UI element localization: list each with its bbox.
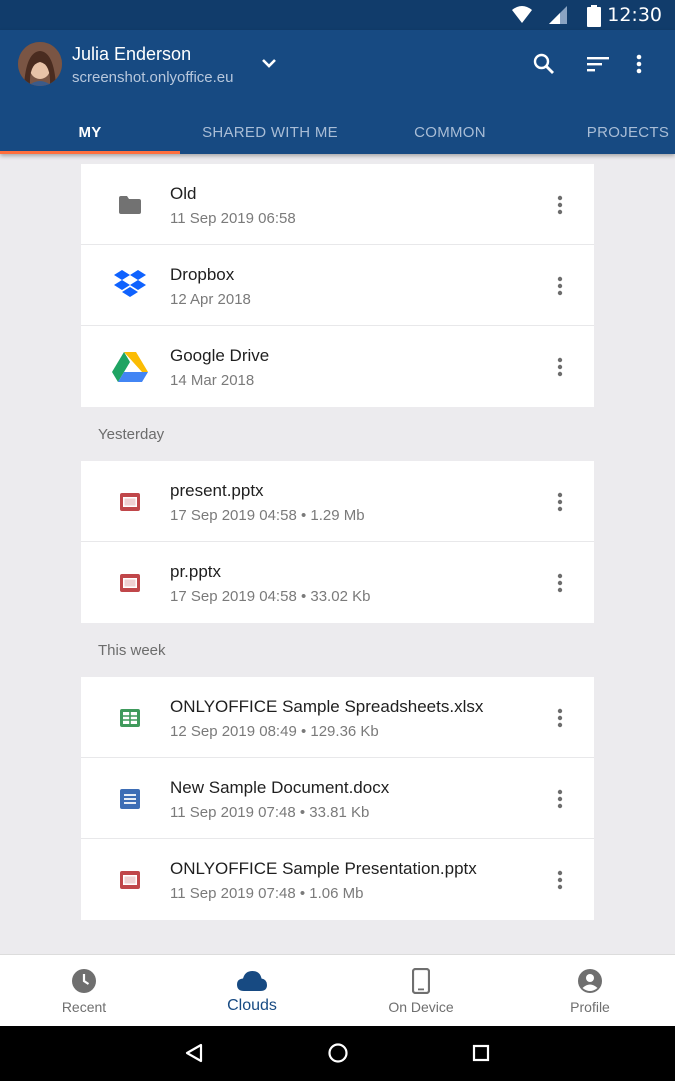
signal-icon: [548, 5, 568, 30]
list-item[interactable]: pr.pptx 17 Sep 2019 04:58 • 33.02 Kb: [81, 542, 594, 623]
section-label-this-week: This week: [98, 642, 166, 659]
account-portal[interactable]: screenshot.onlyoffice.eu: [72, 69, 234, 86]
presentation-file-icon: [111, 564, 149, 602]
more-vert-icon[interactable]: [626, 50, 652, 78]
more-vert-icon[interactable]: [543, 782, 577, 816]
google-drive-icon: [111, 348, 149, 386]
home-icon[interactable]: [326, 1041, 350, 1065]
item-subtitle: 17 Sep 2019 04:58 • 33.02 Kb: [170, 588, 371, 605]
document-file-icon: [111, 780, 149, 818]
nav-item-on-device[interactable]: On Device: [337, 955, 505, 1027]
back-icon[interactable]: [182, 1041, 206, 1065]
presentation-file-icon: [111, 483, 149, 521]
section-label-yesterday: Yesterday: [98, 426, 165, 443]
phone-icon: [406, 967, 436, 995]
more-vert-icon[interactable]: [543, 863, 577, 897]
nav-item-clouds[interactable]: Clouds: [168, 955, 336, 1027]
more-vert-icon[interactable]: [543, 701, 577, 735]
clock-icon: [69, 967, 99, 995]
sort-icon[interactable]: [584, 50, 612, 78]
item-subtitle: 11 Sep 2019 07:48 • 1.06 Mb: [170, 885, 364, 902]
this-week-card: ONLYOFFICE Sample Spreadsheets.xlsx 12 S…: [81, 677, 594, 920]
nav-label: Recent: [61, 999, 107, 1015]
more-vert-icon[interactable]: [543, 269, 577, 303]
presentation-file-icon: [111, 861, 149, 899]
item-title: Old: [170, 184, 197, 203]
recents-icon[interactable]: [469, 1041, 493, 1065]
account-circle-icon: [575, 967, 605, 995]
list-item[interactable]: ONLYOFFICE Sample Presentation.pptx 11 S…: [81, 839, 594, 920]
tab-my[interactable]: MY: [0, 110, 180, 154]
more-vert-icon[interactable]: [543, 350, 577, 384]
tab-common[interactable]: COMMON: [360, 110, 540, 154]
nav-item-recent[interactable]: Recent: [0, 955, 168, 1027]
item-title: New Sample Document.docx: [170, 778, 390, 797]
item-subtitle: 11 Sep 2019 06:58: [170, 210, 296, 227]
item-title: Dropbox: [170, 265, 235, 284]
chevron-down-icon[interactable]: [256, 50, 282, 76]
item-title: ONLYOFFICE Sample Spreadsheets.xlsx: [170, 697, 484, 716]
item-subtitle: 12 Apr 2018: [170, 291, 251, 308]
folder-card: Old 11 Sep 2019 06:58 Dropbox 12 Apr 201…: [81, 164, 594, 407]
item-title: present.pptx: [170, 481, 264, 500]
list-item[interactable]: New Sample Document.docx 11 Sep 2019 07:…: [81, 758, 594, 839]
item-subtitle: 14 Mar 2018: [170, 372, 255, 389]
list-item[interactable]: present.pptx 17 Sep 2019 04:58 • 1.29 Mb: [81, 461, 594, 542]
account-name[interactable]: Julia Enderson: [72, 44, 191, 65]
system-navigation-bar: [0, 1026, 675, 1081]
yesterday-card: present.pptx 17 Sep 2019 04:58 • 1.29 Mb…: [81, 461, 594, 623]
item-subtitle: 17 Sep 2019 04:58 • 1.29 Mb: [170, 507, 365, 524]
item-title: ONLYOFFICE Sample Presentation.pptx: [170, 859, 477, 878]
file-list[interactable]: Old 11 Sep 2019 06:58 Dropbox 12 Apr 201…: [0, 154, 675, 954]
folder-icon: [111, 186, 149, 224]
battery-icon: [587, 5, 601, 32]
item-title: Google Drive: [170, 346, 270, 365]
tab-bar: MY SHARED WITH ME COMMON PROJECTS: [0, 110, 675, 154]
item-subtitle: 11 Sep 2019 07:48 • 33.81 Kb: [170, 804, 370, 821]
more-vert-icon[interactable]: [543, 566, 577, 600]
item-title: pr.pptx: [170, 562, 222, 581]
dropbox-icon: [111, 267, 149, 305]
nav-label: Profile: [570, 999, 610, 1015]
wifi-icon: [511, 5, 533, 30]
list-item[interactable]: Old 11 Sep 2019 06:58: [81, 164, 594, 245]
avatar[interactable]: [18, 42, 62, 86]
search-icon[interactable]: [530, 50, 558, 78]
nav-item-profile[interactable]: Profile: [506, 955, 674, 1027]
nav-label: Clouds: [227, 997, 277, 1014]
bottom-navigation: Recent Clouds On Device Profile: [0, 954, 675, 1026]
status-bar: 12:30: [0, 0, 675, 30]
list-item[interactable]: ONLYOFFICE Sample Spreadsheets.xlsx 12 S…: [81, 677, 594, 758]
item-subtitle: 12 Sep 2019 08:49 • 129.36 Kb: [170, 723, 379, 740]
status-time: 12:30: [607, 4, 662, 26]
more-vert-icon[interactable]: [543, 485, 577, 519]
app-bar: Julia Enderson screenshot.onlyoffice.eu …: [0, 30, 675, 154]
spreadsheet-file-icon: [111, 699, 149, 737]
list-item[interactable]: Dropbox 12 Apr 2018: [81, 245, 594, 326]
more-vert-icon[interactable]: [543, 188, 577, 222]
tab-shared-with-me[interactable]: SHARED WITH ME: [180, 110, 360, 154]
list-item[interactable]: Google Drive 14 Mar 2018: [81, 326, 594, 407]
nav-label: On Device: [388, 999, 454, 1015]
tab-projects[interactable]: PROJECTS: [540, 110, 675, 154]
cloud-icon: [237, 967, 267, 995]
